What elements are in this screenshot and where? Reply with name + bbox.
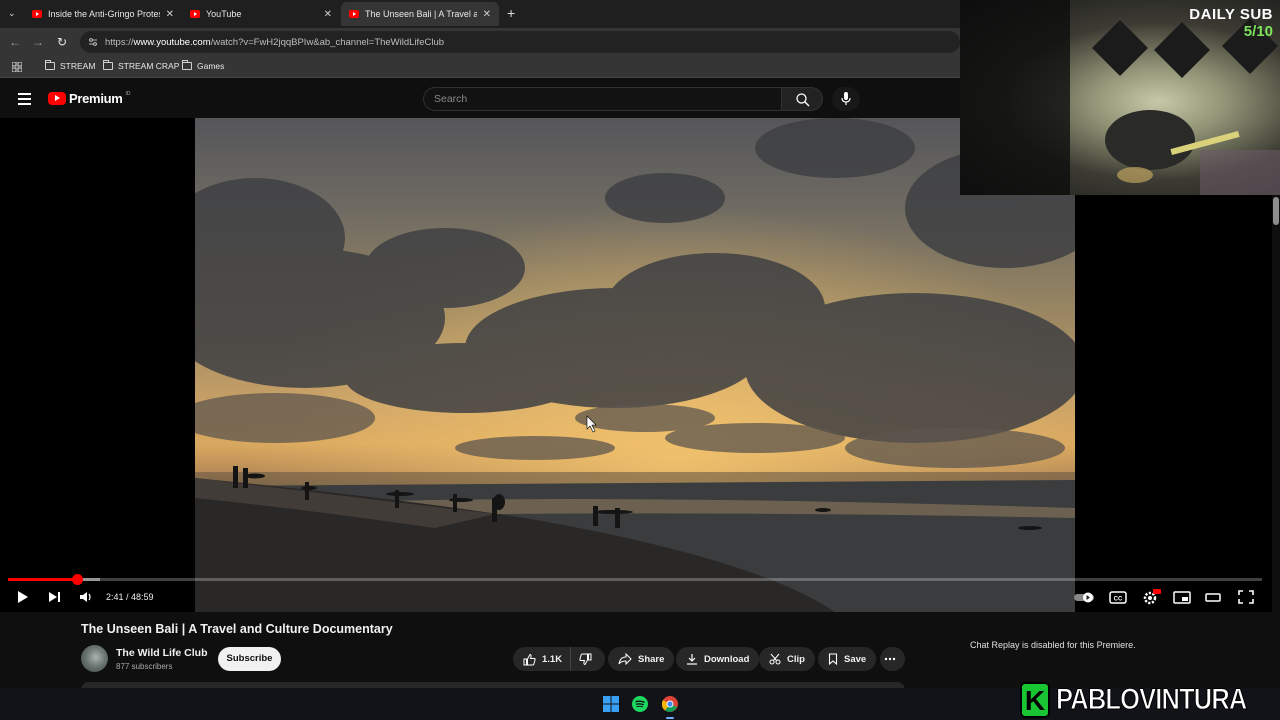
folder-icon [45, 60, 55, 70]
youtube-premium-logo[interactable]: Premium ID [48, 91, 131, 106]
chrome-icon[interactable] [662, 696, 678, 712]
brand-logo: K [1020, 682, 1050, 718]
microphone-icon [841, 92, 851, 105]
video-scene [195, 118, 1075, 612]
search-icon [796, 93, 810, 107]
video-time-display: 2:41 / 48:59 [106, 592, 154, 602]
youtube-play-logo-icon [48, 92, 66, 105]
bookmark-stream[interactable]: STREAM [45, 60, 96, 71]
daily-sub-count: 5/10 [1243, 23, 1273, 40]
miniplayer-icon[interactable] [1173, 588, 1191, 606]
new-tab-button[interactable]: + [507, 5, 515, 21]
share-arrow-icon [618, 653, 632, 665]
next-video-icon[interactable] [47, 588, 63, 606]
close-tab-icon[interactable]: ✕ [324, 9, 332, 20]
folder-icon [182, 60, 192, 70]
settings-gear-icon[interactable] [1141, 588, 1161, 606]
search-button[interactable] [781, 87, 823, 111]
back-arrow-icon[interactable]: ← [7, 34, 23, 50]
theater-mode-icon[interactable] [1205, 588, 1223, 606]
youtube-favicon-icon [190, 10, 200, 18]
channel-name[interactable]: The Wild Life Club [116, 647, 207, 659]
scissors-icon [769, 653, 781, 665]
download-icon [687, 654, 697, 665]
reload-icon[interactable]: ↻ [54, 34, 70, 50]
active-app-indicator [666, 717, 674, 719]
browser-tab-label: The Unseen Bali | A Travel and C [365, 9, 477, 19]
clip-button[interactable]: Clip [759, 647, 815, 671]
like-count: 1.1K [542, 653, 563, 665]
close-tab-icon[interactable]: ✕ [166, 9, 174, 20]
folder-icon [103, 60, 113, 70]
url-prefix: https:// [105, 36, 134, 48]
video-progress-bar[interactable] [8, 574, 1262, 585]
spotify-icon[interactable] [632, 696, 648, 712]
video-title: The Unseen Bali | A Travel and Culture D… [81, 622, 393, 636]
browser-tab-3[interactable]: The Unseen Bali | A Travel and C ✕ [341, 2, 499, 26]
logo-country-code: ID [125, 90, 131, 97]
browser-tab-label: Inside the Anti-Gringo Protests [48, 9, 160, 19]
play-icon[interactable] [16, 588, 30, 606]
search-input[interactable]: Search [423, 87, 781, 111]
webcam-overlay: DAILY SUB 5/10 [960, 0, 1280, 195]
more-actions-button[interactable] [880, 647, 905, 671]
menu-icon[interactable] [18, 93, 31, 105]
dislike-button[interactable] [571, 647, 605, 671]
subscriber-count: 877 subscribers [116, 662, 173, 671]
youtube-favicon-icon [32, 10, 42, 18]
chat-replay-message: Chat Replay is disabled for this Premier… [970, 640, 1136, 650]
volume-icon[interactable] [78, 588, 94, 606]
page-scrollbar[interactable] [1272, 195, 1280, 685]
tab-search-chevron-icon[interactable]: ⌄ [8, 8, 16, 19]
bookmark-label: Games [197, 61, 225, 71]
streamer-brand-overlay: K PABLOVINTURA [1020, 680, 1280, 720]
save-label: Save [844, 653, 867, 665]
autoplay-toggle-icon[interactable] [1073, 588, 1097, 606]
share-label: Share [638, 653, 665, 665]
share-button[interactable]: Share [608, 647, 675, 671]
subscribe-button[interactable]: Subscribe [218, 647, 281, 671]
progress-played [8, 578, 77, 581]
like-dislike-group: 1.1K [513, 647, 605, 671]
browser-tab-label: YouTube [206, 9, 242, 19]
progress-scrubber-handle[interactable] [71, 574, 83, 585]
clip-label: Clip [787, 653, 805, 665]
browser-tab-2[interactable]: YouTube ✕ [182, 2, 340, 26]
url-path: /watch?v=FwH2jqqBPIw&ab_channel=TheWildL… [210, 36, 445, 48]
browser-tab-1[interactable]: Inside the Anti-Gringo Protests ✕ [24, 2, 182, 26]
download-label: Download [704, 653, 750, 665]
url-input[interactable]: https://www.youtube.com/watch?v=FwH2jqqB… [80, 31, 960, 53]
bookmark-games[interactable]: Games [182, 60, 225, 71]
thumbs-up-icon [523, 653, 536, 665]
brand-name: PABLOVINTURA [1055, 683, 1247, 717]
download-button[interactable]: Download [676, 647, 760, 671]
fullscreen-icon[interactable] [1237, 588, 1255, 606]
thumbs-down-icon [578, 653, 591, 665]
daily-sub-label: DAILY SUB [1189, 6, 1273, 23]
daily-sub-goal: DAILY SUB 5/10 [1189, 6, 1273, 40]
video-frame[interactable] [195, 118, 1075, 612]
site-settings-icon[interactable] [88, 37, 98, 47]
captions-icon[interactable]: CC [1109, 588, 1127, 606]
url-host: www.youtube.com [133, 36, 211, 48]
youtube-favicon-icon [349, 10, 359, 18]
windows-start-icon[interactable] [603, 696, 619, 712]
like-button[interactable]: 1.1K [513, 647, 571, 671]
bookmark-icon [828, 653, 838, 665]
apps-grid-icon[interactable] [12, 62, 22, 72]
close-tab-icon[interactable]: ✕ [483, 9, 491, 20]
save-button[interactable]: Save [818, 647, 877, 671]
scrollbar-thumb[interactable] [1273, 197, 1279, 225]
voice-search-button[interactable] [832, 87, 860, 111]
bookmark-label: STREAM [60, 61, 96, 71]
more-horizontal-icon [884, 657, 895, 661]
svg-text:CC: CC [1114, 597, 1123, 603]
forward-arrow-icon[interactable]: → [30, 34, 46, 50]
bookmark-label: STREAM CRAP [118, 61, 180, 71]
channel-avatar[interactable] [81, 645, 108, 672]
logo-wordmark: Premium [69, 91, 123, 106]
bookmark-stream-crap[interactable]: STREAM CRAP [103, 60, 180, 71]
